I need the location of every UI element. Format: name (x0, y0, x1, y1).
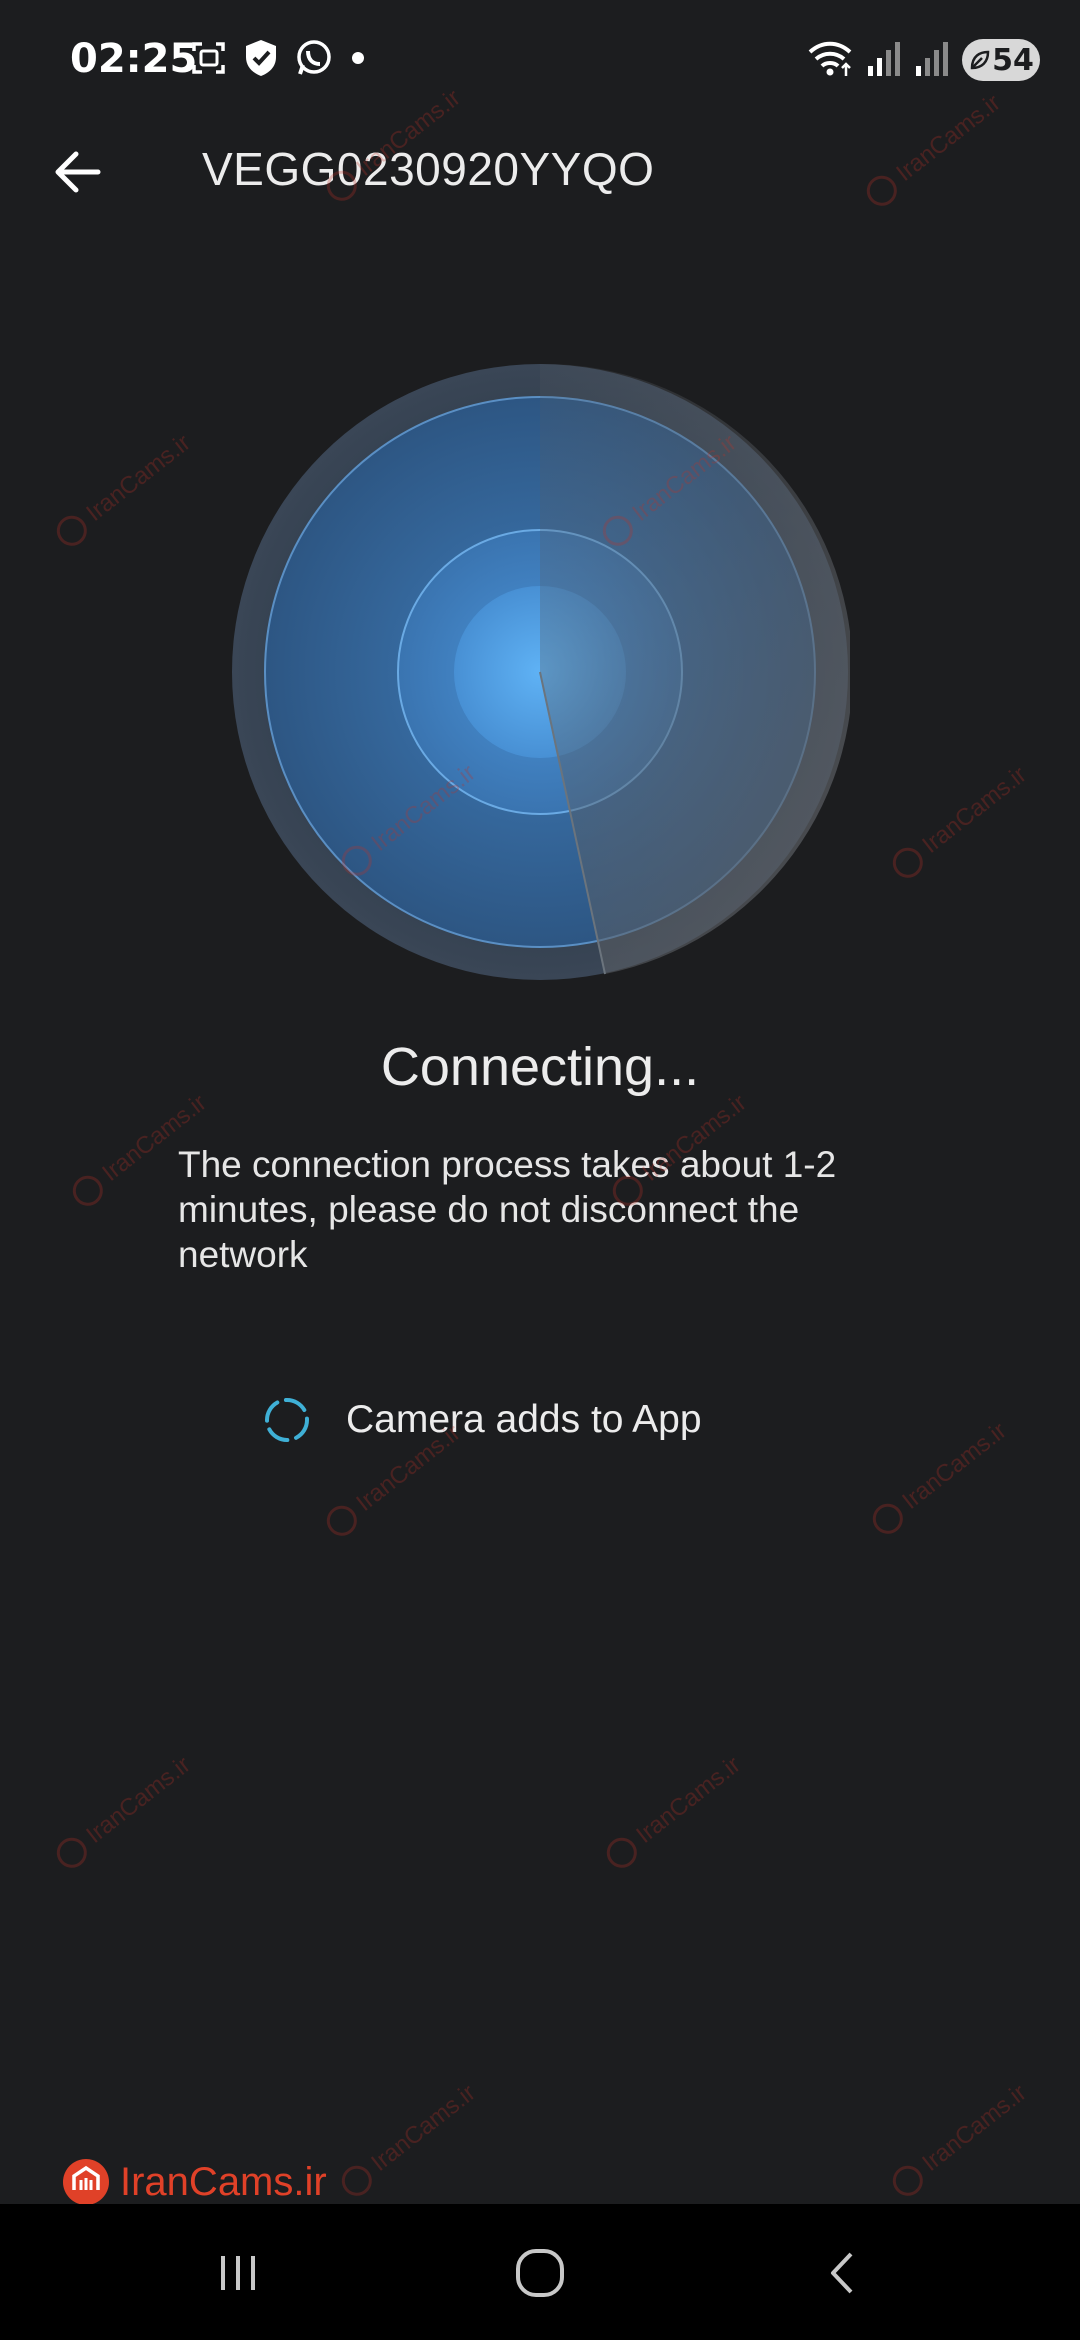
signal-icon (914, 38, 950, 83)
status-icons-left (190, 38, 368, 82)
watermark: IranCams.ir (48, 1711, 246, 1878)
watermark-logo-icon (886, 2159, 929, 2202)
recent-apps-icon (221, 2256, 255, 2290)
irancams-logo-icon (63, 2159, 109, 2205)
watermark-logo-icon (886, 841, 929, 884)
back-button[interactable] (46, 140, 110, 204)
connecting-title: Connecting... (380, 1037, 700, 1097)
watermark-logo-icon (866, 1497, 909, 1540)
recent-apps-button[interactable] (198, 2238, 278, 2308)
watermark: IranCams.ir (884, 2039, 1080, 2206)
connection-radar (230, 362, 853, 982)
step-label: Camera adds to App (346, 1398, 702, 1441)
watermark-logo-icon (335, 2159, 378, 2202)
watermark-logo-icon (50, 509, 93, 552)
page-title: VEGG0230920YYQO (202, 143, 655, 195)
home-icon (516, 2249, 564, 2297)
arrow-left-icon (55, 151, 101, 193)
watermark-logo-icon (50, 1831, 93, 1874)
watermark: IranCams.ir (884, 721, 1080, 888)
screenshot-icon (190, 39, 228, 82)
signal-icon (866, 38, 902, 83)
nav-back-button[interactable] (804, 2238, 884, 2308)
watermark-logo-icon (600, 1831, 643, 1874)
watermark: IranCams.ir (598, 1711, 796, 1878)
loading-spinner-icon (265, 1398, 309, 1442)
watermark-logo-icon (66, 1169, 109, 1212)
brand-logo-text: IranCams.ir (120, 2159, 327, 2204)
home-button[interactable] (500, 2238, 580, 2308)
wifi-icon (806, 38, 854, 83)
brand-logo: IranCams.ir (60, 2152, 327, 2212)
back-icon (831, 2252, 853, 2294)
status-bar: 02:25 54 (0, 0, 1080, 120)
watermark: IranCams.ir (48, 389, 246, 556)
connecting-description: The connection process takes about 1-2 m… (178, 1144, 837, 1275)
watermark: IranCams.ir (864, 1377, 1062, 1544)
status-time: 02:25 (70, 36, 198, 82)
system-nav-bar (0, 2204, 1080, 2340)
watermark: IranCams.ir (333, 2039, 531, 2206)
watermark-logo-icon (320, 1499, 363, 1542)
notification-dot-icon (348, 48, 368, 73)
whatsapp-icon (294, 38, 334, 83)
shield-check-icon (242, 38, 280, 83)
